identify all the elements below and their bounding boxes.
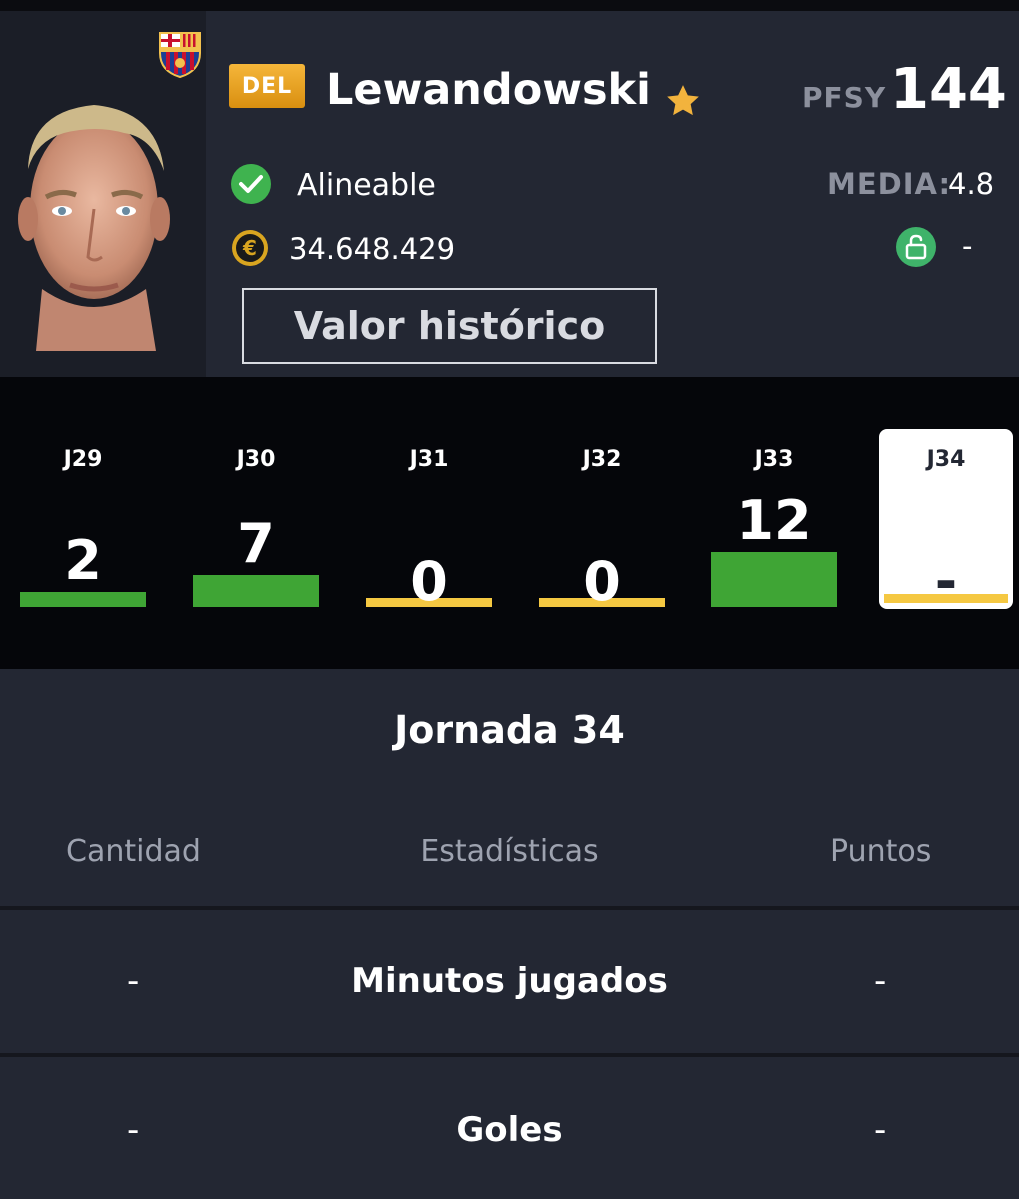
stat-name-minutos: Minutos jugados (351, 961, 668, 1001)
clause-value: - (962, 229, 973, 263)
stat-cantidad-minutos: - (127, 961, 140, 1001)
detail-title: Jornada 34 (394, 708, 625, 752)
column-header-puntos: Puntos (830, 834, 932, 869)
stat-puntos-goles: - (874, 1110, 887, 1150)
matchday-points-bar (711, 551, 837, 607)
player-photo-panel (0, 11, 206, 377)
matchday-j33[interactable]: J33 12 (706, 429, 842, 609)
unlock-icon[interactable] (895, 226, 937, 268)
pfsy-label: PFSY (802, 81, 887, 114)
check-circle-icon (231, 164, 271, 204)
matchday-j30[interactable]: J30 7 (188, 429, 324, 609)
matchday-strip: J29 2 J30 7 J31 0 J32 0 J33 12 J34- (0, 377, 1019, 669)
euro-coin-icon: € (232, 230, 268, 266)
matchday-points: 12 (736, 488, 812, 552)
history-value-button[interactable]: Valor histórico (242, 288, 657, 364)
matchday-points-bar (20, 592, 146, 607)
stat-puntos-minutos: - (874, 961, 887, 1001)
player-status: Alineable (297, 168, 436, 203)
matchday-j32[interactable]: J32 0 (534, 429, 670, 609)
media-value: 4.8 (948, 167, 995, 201)
matchday-points: 0 (583, 550, 621, 613)
matchday-label: J34 (926, 447, 966, 472)
player-header: DEL Lewandowski PFSY 144 Alineable MEDIA… (0, 11, 1019, 377)
matchday-points: - (934, 550, 958, 613)
matchday-j31[interactable]: J31 0 (361, 429, 497, 609)
divider (0, 1053, 1019, 1057)
divider (0, 906, 1019, 910)
svg-text:€: € (242, 236, 257, 260)
matchday-points: 7 (237, 511, 275, 575)
star-icon[interactable] (662, 81, 704, 121)
matchday-points: 0 (410, 550, 448, 613)
player-price: 34.648.429 (289, 232, 456, 266)
player-name: Lewandowski (326, 65, 651, 115)
matchday-label: J32 (582, 447, 622, 472)
matchday-points: 2 (64, 529, 102, 592)
stat-name-goles: Goles (456, 1110, 563, 1150)
pfsy-value: 144 (890, 57, 1007, 122)
matchday-label: J30 (236, 447, 276, 472)
player-portrait (18, 105, 170, 351)
status-bar (0, 0, 1019, 11)
matchday-j34[interactable]: J34- (879, 429, 1013, 609)
matchday-label: J33 (754, 447, 794, 472)
matchday-label: J31 (409, 447, 449, 472)
matchday-j29[interactable]: J29 2 (15, 429, 151, 609)
matchday-points-bar (193, 574, 319, 607)
position-badge: DEL (229, 64, 305, 108)
fc-barcelona-crest-icon (159, 32, 201, 79)
stat-cantidad-goles: - (127, 1110, 140, 1150)
matchday-label: J29 (63, 447, 103, 472)
media-label: MEDIA: (827, 167, 952, 201)
